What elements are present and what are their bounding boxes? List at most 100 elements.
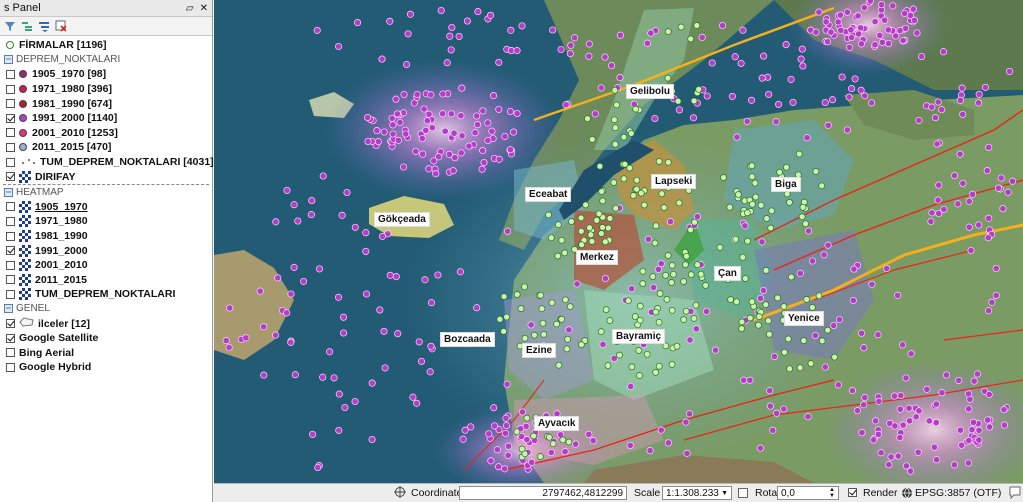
layer-item[interactable]: 1981_1990 [674] [0,96,212,111]
earthquake-point [975,90,983,98]
layer-checkbox[interactable] [6,246,15,256]
firm-point [748,173,756,181]
layer-item[interactable]: ilceler [12] [0,316,212,331]
earthquake-point [1000,406,1008,414]
rotation-spinbox[interactable]: 0,0 ▲ ▼ [777,486,839,500]
layer-item[interactable]: 2001_2010 [1253] [0,126,212,141]
layer-checkbox[interactable] [6,99,15,109]
layer-checkbox[interactable] [6,84,15,94]
layer-checkbox[interactable] [6,216,15,226]
layer-checkbox[interactable] [6,333,15,343]
earthquake-point [441,127,449,135]
earthquake-point [242,334,250,342]
layer-checkbox[interactable] [6,289,15,299]
earthquake-point [909,5,917,13]
earthquake-point [351,223,359,231]
globe-icon[interactable] [901,487,913,502]
map-svg[interactable] [214,0,1023,483]
firm-point [577,227,585,235]
earthquake-point [964,459,972,467]
firm-point [565,438,573,446]
earthquake-point [824,241,832,249]
layer-item[interactable]: 1991_2000 [0,243,212,258]
layer-item[interactable]: 2011_2015 [0,273,212,288]
layer-checkbox[interactable] [6,157,15,167]
earthquake-point [775,100,783,108]
earthquake-point [682,418,690,426]
layer-group[interactable]: DEPREM_NOKTALARI [0,53,212,68]
earthquake-point [959,110,967,118]
earthquake-point [400,90,408,99]
layer-group[interactable]: HEATMAP [0,185,212,200]
layer-item[interactable]: Google Satellite [0,331,212,346]
layer-item[interactable]: TUM_DEPREM_NOKTALARI [0,287,212,302]
earthquake-point [857,86,865,94]
firm-point [803,296,810,303]
layer-checkbox[interactable] [6,275,15,285]
layer-group[interactable]: GENEL [0,302,212,317]
layer-checkbox[interactable] [6,348,15,358]
earthquake-point [300,277,308,285]
layer-item[interactable]: 2011_2015 [470] [0,140,212,155]
layer-item[interactable]: DIRIFAY [0,169,212,184]
layer-checkbox[interactable] [6,142,15,152]
layer-checkbox[interactable] [6,172,15,182]
map-canvas[interactable]: Gelibolu Lapseki Biga Eceabat Gökçeada Merkez… [214,0,1023,483]
earthquake-point [746,376,754,384]
earthquake-point [866,0,874,5]
firm-point [588,238,596,245]
layer-item[interactable]: 1971_1980 [396] [0,82,212,97]
render-checkbox[interactable] [848,488,857,497]
layer-item[interactable]: Bing Aerial [0,345,212,360]
layer-checkbox[interactable] [6,113,15,123]
symbol-dot-icon [6,41,14,50]
earthquake-point [881,16,889,24]
earthquake-point [378,55,386,63]
expand-all-icon[interactable] [20,20,33,33]
layer-checkbox[interactable] [6,362,15,372]
layer-checkbox[interactable] [6,202,15,212]
float-icon[interactable]: ▱ [186,3,194,14]
layer-item[interactable]: FİRMALAR [1196] [0,38,212,53]
layer-checkbox[interactable] [6,260,15,270]
earthquake-point [626,441,634,449]
layer-item[interactable]: 1981_1990 [0,229,212,244]
layer-item[interactable]: 1905_1970 [0,200,212,215]
layer-checkbox[interactable] [6,69,15,79]
close-icon[interactable]: ✕ [200,3,208,14]
earthquake-point [585,40,593,48]
earthquake-point [505,442,513,450]
messages-icon[interactable] [1009,486,1021,502]
layer-checkbox[interactable] [6,319,15,329]
earthquake-point [772,118,780,126]
layer-item[interactable]: 1991_2000 [1140] [0,111,212,126]
layer-item[interactable]: 1971_1980 [0,214,212,229]
filter-icon[interactable] [3,20,16,33]
earthquake-point [830,321,838,330]
layer-item[interactable]: 2001_2010 [0,258,212,273]
firm-point [586,224,593,232]
remove-layer-icon[interactable] [54,20,67,33]
layer-checkbox[interactable] [6,128,15,138]
crs-label[interactable]: EPSG:3857 (OTF) [915,487,1001,499]
layer-item[interactable]: Google Hybrid [0,360,212,375]
layer-checkbox[interactable] [6,231,15,241]
firm-point [680,316,688,323]
firm-point [616,351,623,359]
earthquake-point [934,98,942,106]
earthquake-point [528,458,536,466]
coordinate-field[interactable]: 2797462,4812299 [459,486,627,500]
earthquake-point [985,143,993,151]
spin-arrows-icon[interactable]: ▲ ▼ [829,487,835,499]
layer-item[interactable]: TUM_DEPREM_NOKTALARI [4031] [0,155,214,170]
earthquake-point [733,133,741,141]
coordinate-toggle-icon[interactable] [394,485,408,501]
panel-title-bar: s Panel ▱ ✕ [0,0,212,17]
layer-item[interactable]: 1905_1970 [98] [0,67,212,82]
earthquake-point [222,337,230,345]
firm-point [735,191,742,198]
collapse-all-icon[interactable] [37,20,50,33]
scale-select[interactable]: 1:1.308.233 ▼ [662,486,732,500]
lock-scale-icon[interactable] [738,488,748,498]
earthquake-point [404,30,412,38]
